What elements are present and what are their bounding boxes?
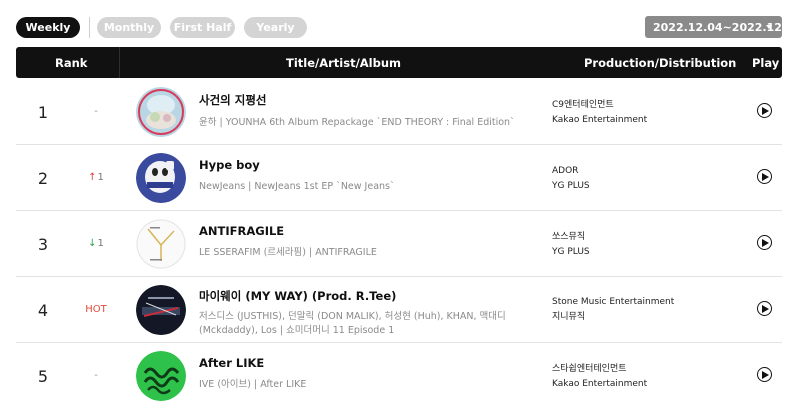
song-info: 사건의 지평선 윤하 | YOUNHA 6th Album Repackage … [199,92,529,130]
chart-list: 1 - 사건의 지평선 윤하 | YOUNHA 6th Album Repack… [16,79,782,409]
song-info: 마이웨이 (MY WAY) (Prod. R.Tee) 저스디스 (JUSTHI… [199,288,529,338]
rank-change: - [94,370,98,381]
chart-row: 1 - 사건의 지평선 윤하 | YOUNHA 6th Album Repack… [16,79,782,145]
rank-number: 3 [37,235,49,254]
production-company: Stone Music Entertainment [552,297,675,307]
production-distribution: 쏘스뮤직 YG PLUS [552,230,590,260]
play-circle-icon[interactable] [757,367,772,382]
chart-row: 2 ↑1 Hype boy NewJeans | NewJeans 1st EP… [16,145,782,211]
album-cover[interactable] [136,285,186,335]
production-distribution: 스타쉽엔터테인먼트 Kakao Entertainment [552,362,647,392]
song-artist-album: 윤하 | YOUNHA 6th Album Repackage `END THE… [199,117,515,128]
album-cover[interactable] [136,351,186,401]
header-title: Title/Artist/Album [286,56,402,70]
song-title[interactable]: ANTIFRAGILE [199,224,529,238]
chart-row: 3 ↓1 ANTIFRAGILE LE SSERAFIM (르세라핌) | AN… [16,211,782,277]
play-circle-icon[interactable] [757,235,772,250]
chart-row: 4 HOT 마이웨이 (MY WAY) (Prod. R.Tee) 저스디스 (… [16,277,782,343]
distribution-company: YG PLUS [552,247,590,257]
song-info: ANTIFRAGILE LE SSERAFIM (르세라핌) | ANTIFRA… [199,224,529,260]
rank-change: ↑1 [82,172,110,183]
rank-change: - [94,106,98,117]
header-divider [119,47,120,78]
song-title[interactable]: Hype boy [199,158,529,172]
header-rank: Rank [55,56,88,70]
table-header: Rank Title/Artist/Album Production/Distr… [16,47,782,78]
arrow-up-icon: ↑ [88,172,97,183]
production-company: ADOR [552,166,579,176]
tab-weekly[interactable]: Weekly [16,17,80,38]
song-artist-album: LE SSERAFIM (르세라핌) | ANTIFRAGILE [199,247,377,258]
rank-change: HOT [85,304,107,315]
album-cover[interactable] [136,153,186,203]
tab-yearly[interactable]: Yearly [244,17,307,38]
period-tabs: Weekly Monthly First Half Yearly [16,17,316,38]
arrow-down-icon: ↓ [88,238,97,249]
tab-monthly[interactable]: Monthly [97,17,161,38]
production-distribution: C9엔터테인먼트 Kakao Entertainment [552,98,647,128]
play-circle-icon[interactable] [757,169,772,184]
rank-number: 2 [37,169,49,188]
production-distribution: ADOR YG PLUS [552,164,590,194]
distribution-company: 지니뮤직 [552,312,586,322]
song-artist-album: NewJeans | NewJeans 1st EP `New Jeans` [199,181,395,192]
song-title[interactable]: After LIKE [199,356,529,370]
chevron-down-icon [766,25,772,29]
rank-change-value: 1 [97,172,104,183]
album-cover[interactable] [136,87,186,137]
song-artist-album: IVE (아이브) | After LIKE [199,379,307,390]
rank-change: ↓1 [82,238,110,249]
song-info: After LIKE IVE (아이브) | After LIKE [199,356,529,392]
tab-divider [89,17,90,38]
rank-number: 5 [37,367,49,386]
distribution-company: YG PLUS [552,181,590,191]
play-circle-icon[interactable] [757,301,772,316]
play-circle-icon[interactable] [757,103,772,118]
production-company: 쏘스뮤직 [552,232,586,242]
production-company: C9엔터테인먼트 [552,100,614,110]
song-title[interactable]: 사건의 지평선 [199,92,529,108]
chart-row: 5 - After LIKE IVE (아이브) | After LIKE 스타… [16,343,782,409]
song-info: Hype boy NewJeans | NewJeans 1st EP `New… [199,158,529,194]
distribution-company: Kakao Entertainment [552,115,648,125]
song-title[interactable]: 마이웨이 (MY WAY) (Prod. R.Tee) [199,288,529,304]
date-range-select[interactable]: 2022.12.04~2022.12.10 [645,16,800,38]
production-company: 스타쉽엔터테인먼트 [552,364,627,374]
rank-number: 4 [37,301,49,320]
album-cover[interactable] [136,219,186,269]
production-distribution: Stone Music Entertainment 지니뮤직 [552,295,674,325]
rank-change-value: 1 [97,238,104,249]
date-range-label: 2022.12.04~2022.12.10 [653,20,800,34]
song-artist-album: 저스디스 (JUSTHIS), 던말릭 (DON MALIK), 허성현 (Hu… [199,311,506,336]
header-play: Play [752,56,780,70]
header-production: Production/Distribution [584,56,737,70]
tab-first-half[interactable]: First Half [170,17,235,38]
rank-number: 1 [37,103,49,122]
distribution-company: Kakao Entertainment [552,379,648,389]
